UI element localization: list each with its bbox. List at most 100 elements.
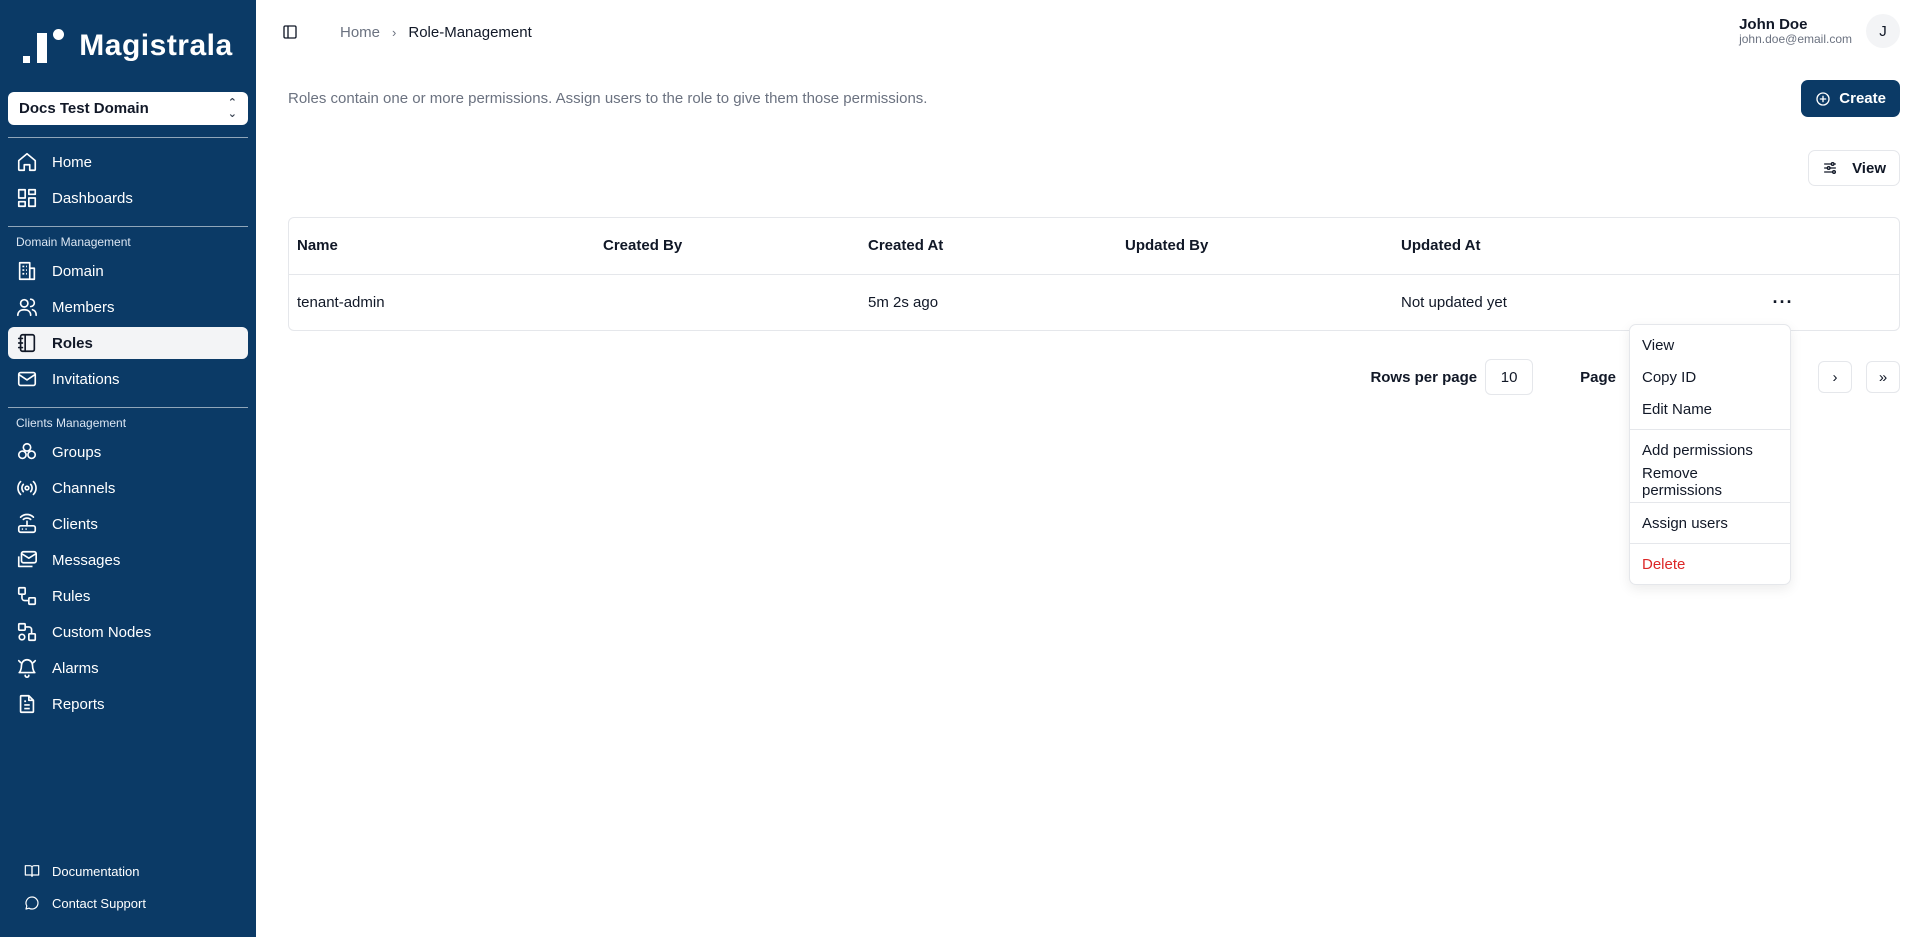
chevron-right-icon: › bbox=[392, 24, 397, 40]
panel-left-icon bbox=[283, 25, 297, 39]
sidebar-item-home[interactable]: Home bbox=[8, 146, 248, 178]
sidebar-item-custom-nodes[interactable]: Custom Nodes bbox=[8, 616, 248, 648]
sidebar-item-members[interactable]: Members bbox=[8, 291, 248, 323]
column-header-updated-by[interactable]: Updated By bbox=[1117, 218, 1393, 275]
column-header-actions bbox=[1763, 218, 1899, 275]
cell-created-at: 5m 2s ago bbox=[868, 293, 939, 311]
app-root: Magistrala Docs Test Domain ⌃ ⌄ Home Dash… bbox=[0, 0, 1920, 937]
sidebar-item-label: Messages bbox=[52, 551, 121, 569]
cell-name: tenant-admin bbox=[297, 293, 385, 311]
sidebar-item-domain[interactable]: Domain bbox=[8, 255, 248, 287]
sidebar-item-label: Channels bbox=[52, 479, 116, 497]
sidebar-item-alarms[interactable]: Alarms bbox=[8, 652, 248, 684]
sidebar-item-contact-support[interactable]: Contact Support bbox=[0, 887, 256, 919]
sidebar-item-rules[interactable]: Rules bbox=[8, 580, 248, 612]
cell-updated-by bbox=[1117, 274, 1393, 330]
column-header-created-at[interactable]: Created At bbox=[860, 218, 1117, 275]
sidebar-item-invitations[interactable]: Invitations bbox=[8, 363, 248, 395]
user-info: John Doe john.doe@email.com bbox=[1739, 17, 1852, 45]
bell-icon bbox=[17, 659, 37, 678]
sidebar-item-label: Alarms bbox=[52, 659, 99, 677]
menu-item-remove-permissions[interactable]: Remove permissions bbox=[1634, 465, 1786, 499]
table-row[interactable]: tenant-admin 5m 2s ago Not updated yet ·… bbox=[289, 274, 1899, 330]
workflow-icon bbox=[17, 586, 37, 606]
next-page-button[interactable]: › bbox=[1818, 361, 1852, 393]
brand-logo[interactable]: Magistrala bbox=[0, 0, 256, 92]
sidebar-item-label: Clients bbox=[52, 515, 98, 533]
mail-icon bbox=[17, 371, 37, 387]
sidebar-item-label: Reports bbox=[52, 695, 105, 713]
sidebar-item-documentation[interactable]: Documentation bbox=[0, 855, 256, 887]
row-actions-menu: View Copy ID Edit Name Add permissions R… bbox=[1629, 324, 1791, 585]
sidebar-divider bbox=[8, 226, 248, 227]
menu-item-copy-id[interactable]: Copy ID bbox=[1634, 361, 1786, 393]
table-header-row: Name Created By Created At Updated By Up… bbox=[289, 218, 1899, 275]
sidebar-item-reports[interactable]: Reports bbox=[8, 688, 248, 720]
sidebar-toggle-button[interactable] bbox=[276, 18, 304, 46]
radio-icon bbox=[17, 480, 37, 496]
menu-item-view[interactable]: View bbox=[1634, 329, 1786, 361]
cell-created-by bbox=[595, 274, 860, 330]
sidebar-footer: Documentation Contact Support bbox=[0, 855, 256, 919]
roles-table: Name Created By Created At Updated By Up… bbox=[288, 217, 1900, 331]
column-header-updated-at[interactable]: Updated At bbox=[1393, 218, 1763, 275]
nodes-icon bbox=[17, 622, 37, 642]
book-icon bbox=[24, 865, 40, 877]
rows-per-page-label: Rows per page bbox=[1370, 368, 1478, 386]
building-icon bbox=[18, 261, 36, 281]
section-label-domain: Domain Management bbox=[16, 235, 131, 249]
page-description: Roles contain one or more permissions. A… bbox=[288, 90, 928, 107]
sidebar-item-label: Dashboards bbox=[52, 189, 133, 207]
menu-item-add-permissions[interactable]: Add permissions bbox=[1634, 434, 1786, 466]
groups-icon bbox=[17, 442, 37, 460]
create-button-label: Create bbox=[1839, 90, 1886, 107]
column-header-created-by[interactable]: Created By bbox=[595, 218, 860, 275]
sidebar-item-label: Domain bbox=[52, 262, 104, 280]
domain-selector[interactable]: Docs Test Domain ⌃ ⌄ bbox=[8, 92, 248, 125]
more-actions-icon[interactable]: ··· bbox=[1771, 292, 1795, 313]
rows-per-page-select[interactable]: 10 bbox=[1485, 359, 1534, 395]
user-email: john.doe@email.com bbox=[1739, 32, 1852, 46]
menu-item-edit-name[interactable]: Edit Name bbox=[1634, 393, 1786, 425]
sidebar-item-label: Documentation bbox=[52, 863, 140, 879]
brand-name: Magistrala bbox=[79, 29, 233, 62]
file-icon bbox=[19, 694, 35, 714]
breadcrumb: Home › Role-Management bbox=[340, 24, 532, 41]
user-menu[interactable]: John Doe john.doe@email.com J bbox=[1739, 14, 1900, 48]
home-icon bbox=[17, 152, 37, 172]
sidebar-item-dashboards[interactable]: Dashboards bbox=[8, 182, 248, 214]
domain-selector-value: Docs Test Domain bbox=[19, 100, 149, 117]
view-options-button[interactable]: View bbox=[1808, 150, 1900, 186]
column-header-name[interactable]: Name bbox=[289, 218, 595, 275]
plus-circle-icon bbox=[1816, 91, 1830, 106]
logo-mark-icon bbox=[23, 29, 67, 63]
sidebar-item-roles[interactable]: Roles bbox=[8, 327, 248, 359]
router-icon bbox=[17, 513, 37, 534]
top-bar: Home › Role-Management John Doe john.doe… bbox=[256, 0, 1920, 64]
last-page-button[interactable]: » bbox=[1866, 361, 1900, 393]
sidebar-item-label: Contact Support bbox=[52, 895, 146, 911]
create-button[interactable]: Create bbox=[1801, 80, 1900, 117]
sidebar-item-clients[interactable]: Clients bbox=[8, 508, 248, 540]
breadcrumb-current: Role-Management bbox=[408, 23, 532, 41]
dashboard-icon bbox=[17, 188, 37, 208]
cell-actions: ··· bbox=[1763, 274, 1899, 330]
menu-item-delete[interactable]: Delete bbox=[1634, 548, 1786, 580]
sidebar-item-label: Roles bbox=[52, 334, 93, 352]
notebook-icon bbox=[17, 333, 36, 353]
page-header: Roles contain one or more permissions. A… bbox=[288, 80, 1900, 117]
sidebar-item-channels[interactable]: Channels bbox=[8, 472, 248, 504]
menu-divider bbox=[1630, 502, 1790, 503]
page-label: Page bbox=[1580, 368, 1616, 386]
sidebar-item-label: Members bbox=[52, 298, 115, 316]
users-icon bbox=[17, 298, 37, 317]
sidebar-item-groups[interactable]: Groups bbox=[8, 436, 248, 468]
view-button-label: View bbox=[1852, 159, 1886, 177]
sidebar-item-label: Home bbox=[52, 153, 93, 171]
sidebar-item-messages[interactable]: Messages bbox=[8, 544, 248, 576]
sidebar-divider bbox=[8, 407, 248, 408]
avatar[interactable]: J bbox=[1866, 14, 1900, 48]
user-name: John Doe bbox=[1739, 16, 1808, 33]
menu-item-assign-users[interactable]: Assign users bbox=[1634, 507, 1786, 539]
breadcrumb-home-link[interactable]: Home bbox=[340, 24, 380, 41]
